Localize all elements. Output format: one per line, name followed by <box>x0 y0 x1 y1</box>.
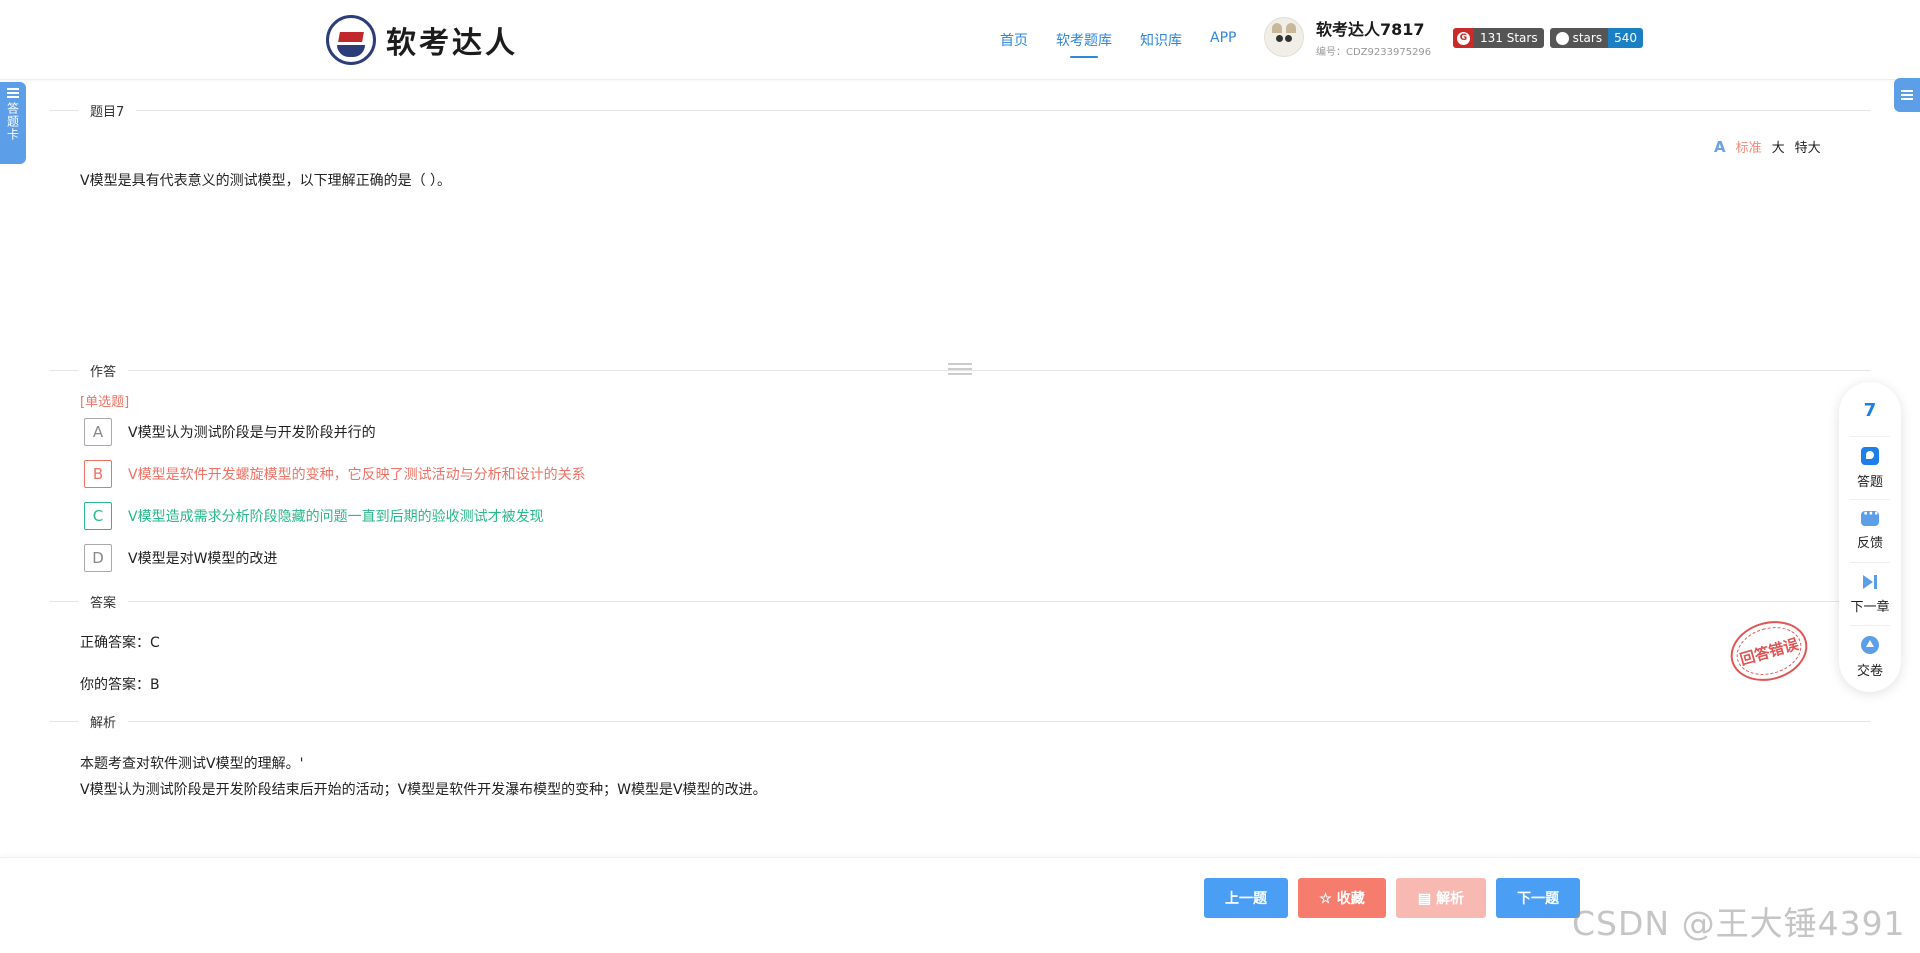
gitee-stars-text: 131 Stars <box>1474 28 1544 48</box>
option-text: V模型认为测试阶段是与开发阶段并行的 <box>128 425 376 441</box>
font-size-icon: A <box>1714 137 1726 156</box>
star-badges: G 131 Stars stars 540 <box>1453 28 1643 48</box>
gitee-stars-badge[interactable]: G 131 Stars <box>1453 28 1544 48</box>
github-icon <box>1555 31 1569 45</box>
main-nav: 首页 软考题库 知识库 APP <box>1000 30 1236 58</box>
github-stars-count: 540 <box>1608 28 1643 48</box>
user-id: 编号：CDZ9233975296 <box>1316 47 1432 58</box>
nav-home[interactable]: 首页 <box>1000 30 1028 50</box>
option-letter: C <box>84 502 112 530</box>
font-size-control: A 标准 大 特大 <box>1714 137 1821 157</box>
nav-question-bank[interactable]: 软考题库 <box>1056 30 1112 58</box>
stamp-text: 回答错误 <box>1737 634 1801 669</box>
user-name: 软考达人7817 <box>1316 20 1425 39</box>
gitee-icon: G <box>1457 31 1470 45</box>
font-size-large[interactable]: 大 <box>1772 137 1785 156</box>
github-stars-badge[interactable]: stars 540 <box>1549 28 1643 48</box>
github-stars-label: stars <box>1572 31 1603 45</box>
next-question-button[interactable]: 下一题 <box>1496 878 1580 918</box>
analysis-line-2: V模型认为测试阶段是开发阶段结束后开始的活动；V模型是软件开发瀑布模型的变种；W… <box>80 782 767 798</box>
option-letter: A <box>84 418 112 446</box>
nav-knowledge-base[interactable]: 知识库 <box>1140 30 1182 50</box>
question-text: V模型是具有代表意义的测试模型，以下理解正确的是（ ）。 <box>80 173 452 189</box>
option-c[interactable]: C V模型造成需求分析阶段隐藏的问题一直到后期的验收测试才被发现 <box>84 502 544 530</box>
next-chapter-button[interactable]: 下一章 <box>1850 563 1890 625</box>
correct-answer: 正确答案：C <box>80 635 160 651</box>
prev-label: 上一题 <box>1225 890 1267 906</box>
submit-button-label: 交卷 <box>1856 663 1883 679</box>
feedback-icon <box>1860 506 1879 526</box>
font-size-standard[interactable]: 标准 <box>1736 137 1762 156</box>
answer-card-label: 答题卡 <box>5 102 20 141</box>
answer-section-label: 作答 <box>78 361 129 380</box>
option-a[interactable]: A V模型认为测试阶段是与开发阶段并行的 <box>84 418 376 446</box>
wrong-answer-stamp: 回答错误 <box>1723 612 1815 690</box>
answer-button[interactable]: 答题 <box>1857 437 1883 499</box>
logo-text: 软考达人 <box>386 26 518 61</box>
right-menu-tab[interactable] <box>1894 78 1920 112</box>
analysis-section-label: 解析 <box>78 712 129 731</box>
favorite-label: 收藏 <box>1336 890 1365 906</box>
feedback-button-label: 反馈 <box>1856 536 1883 551</box>
feedback-button[interactable]: 反馈 <box>1857 500 1883 562</box>
menu-icon <box>7 88 19 98</box>
next-label: 下一题 <box>1517 890 1559 906</box>
logo-emblem-icon <box>326 15 376 65</box>
analysis-button[interactable]: ▤ 解析 <box>1396 878 1486 918</box>
answer-icon <box>1860 446 1879 465</box>
answer-button-label: 答题 <box>1856 474 1883 490</box>
upload-icon <box>1860 635 1879 654</box>
option-text: V模型造成需求分析阶段隐藏的问题一直到后期的验收测试才被发现 <box>128 509 544 525</box>
next-chapter-label: 下一章 <box>1850 599 1890 615</box>
top-header: 软考达人 首页 软考题库 知识库 APP 软考达人7817 编号：CDZ9233… <box>0 0 1920 80</box>
question-number: 7 <box>1863 400 1877 421</box>
answer-card-tab[interactable]: 答题卡 <box>0 82 26 164</box>
analysis-label: 解析 <box>1436 890 1465 906</box>
section-divider <box>50 601 1870 602</box>
site-logo[interactable]: 软考达人 <box>326 15 518 65</box>
your-answer: 你的答案：B <box>80 677 160 693</box>
analysis-text: 本题考查对软件测试V模型的理解。' V模型认为测试阶段是开发阶段结束后开始的活动… <box>80 751 767 803</box>
key-section-label: 答案 <box>78 592 129 611</box>
option-b[interactable]: B V模型是软件开发螺旋模型的变种，它反映了测试活动与分析和设计的关系 <box>84 460 586 488</box>
option-d[interactable]: D V模型是对W模型的改进 <box>84 544 277 572</box>
favorite-button[interactable]: ☆ 收藏 <box>1298 878 1386 918</box>
document-icon: ▤ <box>1417 889 1432 906</box>
star-icon: ☆ <box>1319 889 1332 906</box>
question-type: [单选题] <box>80 395 130 410</box>
csdn-watermark: CSDN @王大锤4391 <box>1572 904 1906 943</box>
analysis-line-1: 本题考查对软件测试V模型的理解。' <box>80 756 304 772</box>
resize-handle[interactable] <box>948 363 972 377</box>
option-text: V模型是软件开发螺旋模型的变种，它反映了测试活动与分析和设计的关系 <box>128 467 586 483</box>
nav-app[interactable]: APP <box>1210 30 1236 50</box>
skip-next-icon <box>1862 574 1878 590</box>
submit-button[interactable]: 交卷 <box>1857 626 1883 688</box>
user-info[interactable]: 软考达人7817 编号：CDZ9233975296 <box>1264 16 1431 58</box>
option-letter: B <box>84 460 112 488</box>
section-divider <box>50 721 1870 722</box>
menu-icon <box>1901 90 1913 100</box>
prev-question-button[interactable]: 上一题 <box>1204 878 1288 918</box>
font-size-xlarge[interactable]: 特大 <box>1795 137 1821 156</box>
avatar[interactable] <box>1264 17 1304 57</box>
floating-toolbar: 7 答题 反馈 下一章 交卷 <box>1839 382 1901 692</box>
section-divider <box>50 110 1870 111</box>
option-text: V模型是对W模型的改进 <box>128 551 278 567</box>
option-letter: D <box>84 544 112 572</box>
question-section-label: 题目7 <box>78 101 137 120</box>
